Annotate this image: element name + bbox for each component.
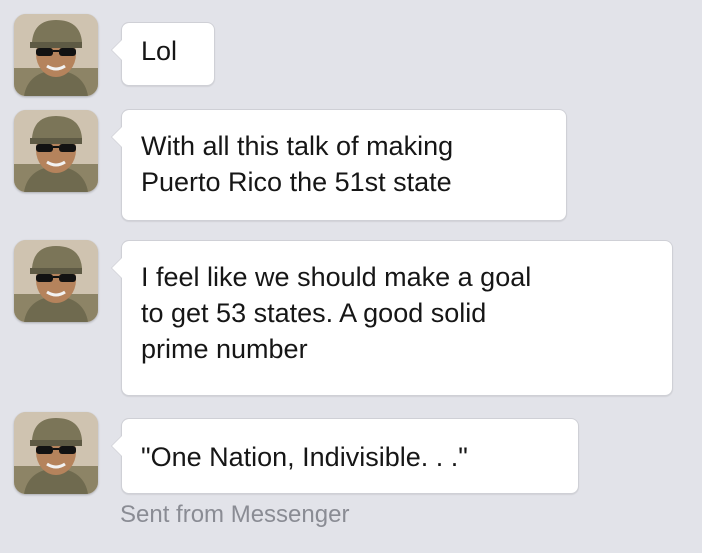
message-text: prime number (141, 334, 308, 364)
message-text: Lol (141, 36, 178, 66)
message-text: I feel like we should make a goal (141, 262, 532, 292)
sender-avatar[interactable] (14, 412, 98, 494)
message-bubble[interactable]: "One Nation, Indivisible. . ." (111, 418, 579, 494)
message-text: With all this talk of making (141, 131, 454, 161)
message-row: With all this talk of making Puerto Rico… (0, 106, 702, 226)
sender-avatar[interactable] (14, 110, 98, 192)
message-row: I feel like we should make a goal to get… (0, 236, 702, 400)
soldier-avatar-icon (14, 110, 98, 192)
message-text: to get 53 states. A good solid (141, 298, 487, 328)
message-bubble[interactable]: Lol (111, 22, 215, 86)
message-text: Puerto Rico the 51st state (141, 167, 452, 197)
sender-avatar[interactable] (14, 14, 98, 96)
sender-avatar[interactable] (14, 240, 98, 322)
soldier-avatar-icon (14, 14, 98, 96)
message-bubble[interactable]: With all this talk of making Puerto Rico… (111, 109, 567, 221)
soldier-avatar-icon (14, 240, 98, 322)
message-text: "One Nation, Indivisible. . ." (141, 442, 468, 472)
message-row: Lol (0, 12, 702, 96)
soldier-avatar-icon (14, 412, 98, 494)
sent-from-status: Sent from Messenger (120, 501, 350, 528)
message-bubble[interactable]: I feel like we should make a goal to get… (111, 240, 673, 396)
message-thread: Lol With all this talk of making Puerto … (0, 0, 702, 553)
message-row: "One Nation, Indivisible. . ." (0, 410, 702, 494)
